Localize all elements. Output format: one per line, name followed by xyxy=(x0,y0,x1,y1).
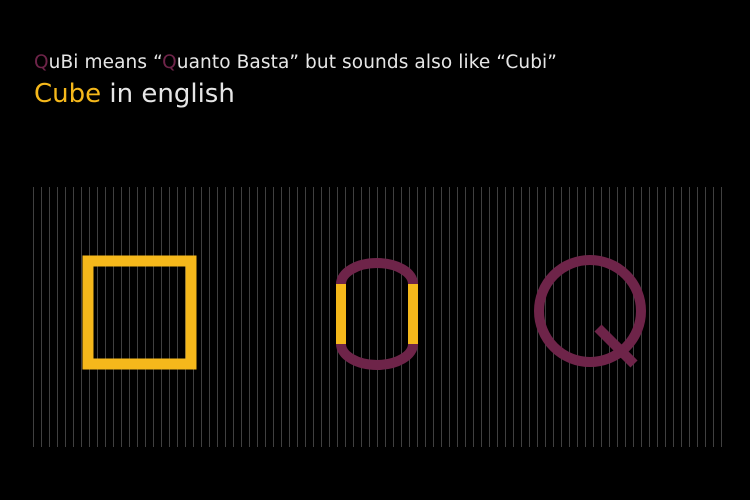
square-icon xyxy=(82,255,197,370)
headline: QuBi means “Quanto Basta” but sounds als… xyxy=(34,52,557,109)
headline-text: in english xyxy=(101,79,235,109)
rounded-o-icon xyxy=(336,258,418,370)
cube-highlight: Cube xyxy=(34,79,102,109)
letter-q-icon xyxy=(534,255,646,368)
headline-text: uBi means “ xyxy=(48,52,163,73)
headline-line-1: QuBi means “Quanto Basta” but sounds als… xyxy=(34,52,557,73)
q-glyph xyxy=(532,254,648,370)
headline-line-2: Cube in english xyxy=(34,79,557,109)
q-highlight: Q xyxy=(162,52,177,73)
cubi-glyph xyxy=(334,258,420,371)
cube-square-glyph xyxy=(82,255,197,370)
headline-text: uanto Basta” but sounds also like “Cubi” xyxy=(176,52,557,73)
q-highlight: Q xyxy=(34,52,49,73)
